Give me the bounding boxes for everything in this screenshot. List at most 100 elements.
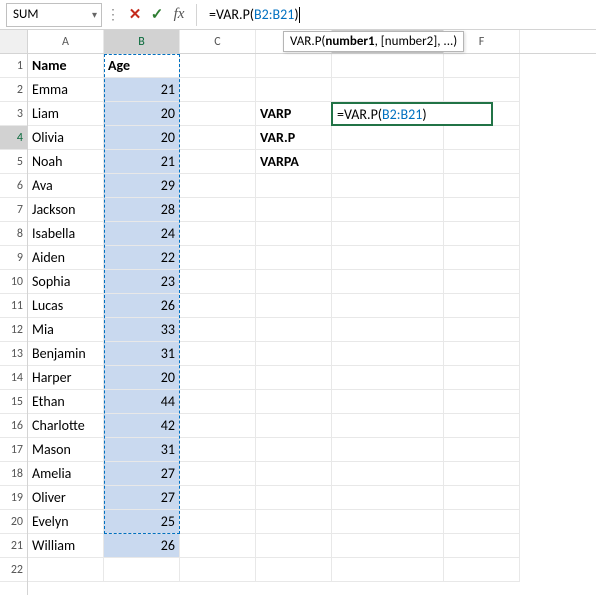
cell-B6[interactable]: 29 [104, 174, 180, 198]
cell-E4[interactable] [332, 126, 444, 150]
col-header-B[interactable]: B [104, 30, 180, 53]
cell-B19[interactable]: 27 [104, 486, 180, 510]
cell-D1[interactable] [256, 54, 332, 78]
cell-A21[interactable]: William [28, 534, 104, 558]
cell-F22[interactable] [444, 558, 520, 582]
cell-F20[interactable] [444, 510, 520, 534]
row-header-15[interactable]: 15 [0, 390, 27, 414]
cell-D12[interactable] [256, 318, 332, 342]
cell-E8[interactable] [332, 222, 444, 246]
cell-B12[interactable]: 33 [104, 318, 180, 342]
cell-F7[interactable] [444, 198, 520, 222]
cell-E5[interactable] [332, 150, 444, 174]
cell-C12[interactable] [180, 318, 256, 342]
cell-B8[interactable]: 24 [104, 222, 180, 246]
row-header-1[interactable]: 1 [0, 54, 27, 78]
row-header-13[interactable]: 13 [0, 342, 27, 366]
formula-input[interactable]: =VAR.P(B2:B21) [203, 3, 596, 27]
cell-C19[interactable] [180, 486, 256, 510]
cell-D20[interactable] [256, 510, 332, 534]
cell-B2[interactable]: 21 [104, 78, 180, 102]
cell-D21[interactable] [256, 534, 332, 558]
cell-B18[interactable]: 27 [104, 462, 180, 486]
cell-B20[interactable]: 25 [104, 510, 180, 534]
row-header-22[interactable]: 22 [0, 558, 27, 582]
row-header-3[interactable]: 3 [0, 102, 27, 126]
cell-C8[interactable] [180, 222, 256, 246]
cell-A17[interactable]: Mason [28, 438, 104, 462]
cell-C7[interactable] [180, 198, 256, 222]
cell-A8[interactable]: Isabella [28, 222, 104, 246]
cell-C14[interactable] [180, 366, 256, 390]
cell-F18[interactable] [444, 462, 520, 486]
cell-B21[interactable]: 26 [104, 534, 180, 558]
cell-E11[interactable] [332, 294, 444, 318]
cell-A1[interactable]: Name [28, 54, 104, 78]
cell-A19[interactable]: Oliver [28, 486, 104, 510]
row-header-2[interactable]: 2 [0, 78, 27, 102]
cell-C16[interactable] [180, 414, 256, 438]
cell-D9[interactable] [256, 246, 332, 270]
row-header-12[interactable]: 12 [0, 318, 27, 342]
cell-C20[interactable] [180, 510, 256, 534]
cell-F2[interactable] [444, 78, 520, 102]
cell-D2[interactable] [256, 78, 332, 102]
cell-D7[interactable] [256, 198, 332, 222]
cell-B11[interactable]: 26 [104, 294, 180, 318]
cell-C5[interactable] [180, 150, 256, 174]
cell-E1[interactable] [332, 54, 444, 78]
row-header-8[interactable]: 8 [0, 222, 27, 246]
cell-A14[interactable]: Harper [28, 366, 104, 390]
cell-B10[interactable]: 23 [104, 270, 180, 294]
enter-button[interactable]: ✓ [146, 4, 168, 26]
cell-B14[interactable]: 20 [104, 366, 180, 390]
row-header-5[interactable]: 5 [0, 150, 27, 174]
cell-E12[interactable] [332, 318, 444, 342]
cell-F11[interactable] [444, 294, 520, 318]
row-header-16[interactable]: 16 [0, 414, 27, 438]
cell-D10[interactable] [256, 270, 332, 294]
row-header-19[interactable]: 19 [0, 486, 27, 510]
cell-C22[interactable] [180, 558, 256, 582]
active-cell-editor[interactable]: =VAR.P(B2:B21) [331, 102, 493, 126]
cell-D8[interactable] [256, 222, 332, 246]
row-header-21[interactable]: 21 [0, 534, 27, 558]
cell-F14[interactable] [444, 366, 520, 390]
cell-B3[interactable]: 20 [104, 102, 180, 126]
cell-C2[interactable] [180, 78, 256, 102]
cell-A13[interactable]: Benjamin [28, 342, 104, 366]
cell-F1[interactable] [444, 54, 520, 78]
cell-C10[interactable] [180, 270, 256, 294]
cell-D6[interactable] [256, 174, 332, 198]
row-header-18[interactable]: 18 [0, 462, 27, 486]
cell-A12[interactable]: Mia [28, 318, 104, 342]
cell-D15[interactable] [256, 390, 332, 414]
select-all-corner[interactable] [0, 30, 27, 54]
cell-C6[interactable] [180, 174, 256, 198]
cell-F15[interactable] [444, 390, 520, 414]
cell-C21[interactable] [180, 534, 256, 558]
cell-B1[interactable]: Age [104, 54, 180, 78]
cell-B16[interactable]: 42 [104, 414, 180, 438]
cell-A2[interactable]: Emma [28, 78, 104, 102]
cell-A9[interactable]: Aiden [28, 246, 104, 270]
cell-C18[interactable] [180, 462, 256, 486]
cancel-button[interactable]: ✕ [124, 4, 146, 26]
cell-A6[interactable]: Ava [28, 174, 104, 198]
col-header-A[interactable]: A [28, 30, 104, 53]
cell-E19[interactable] [332, 486, 444, 510]
row-header-11[interactable]: 11 [0, 294, 27, 318]
cell-D14[interactable] [256, 366, 332, 390]
cell-E21[interactable] [332, 534, 444, 558]
row-header-17[interactable]: 17 [0, 438, 27, 462]
cell-A22[interactable] [28, 558, 104, 582]
name-box[interactable]: SUM ▾ [6, 3, 102, 27]
cell-D3[interactable]: VARP [256, 102, 332, 126]
cell-D4[interactable]: VAR.P [256, 126, 332, 150]
cell-A5[interactable]: Noah [28, 150, 104, 174]
cell-D18[interactable] [256, 462, 332, 486]
cell-C3[interactable] [180, 102, 256, 126]
cell-D11[interactable] [256, 294, 332, 318]
cell-F21[interactable] [444, 534, 520, 558]
cell-C9[interactable] [180, 246, 256, 270]
